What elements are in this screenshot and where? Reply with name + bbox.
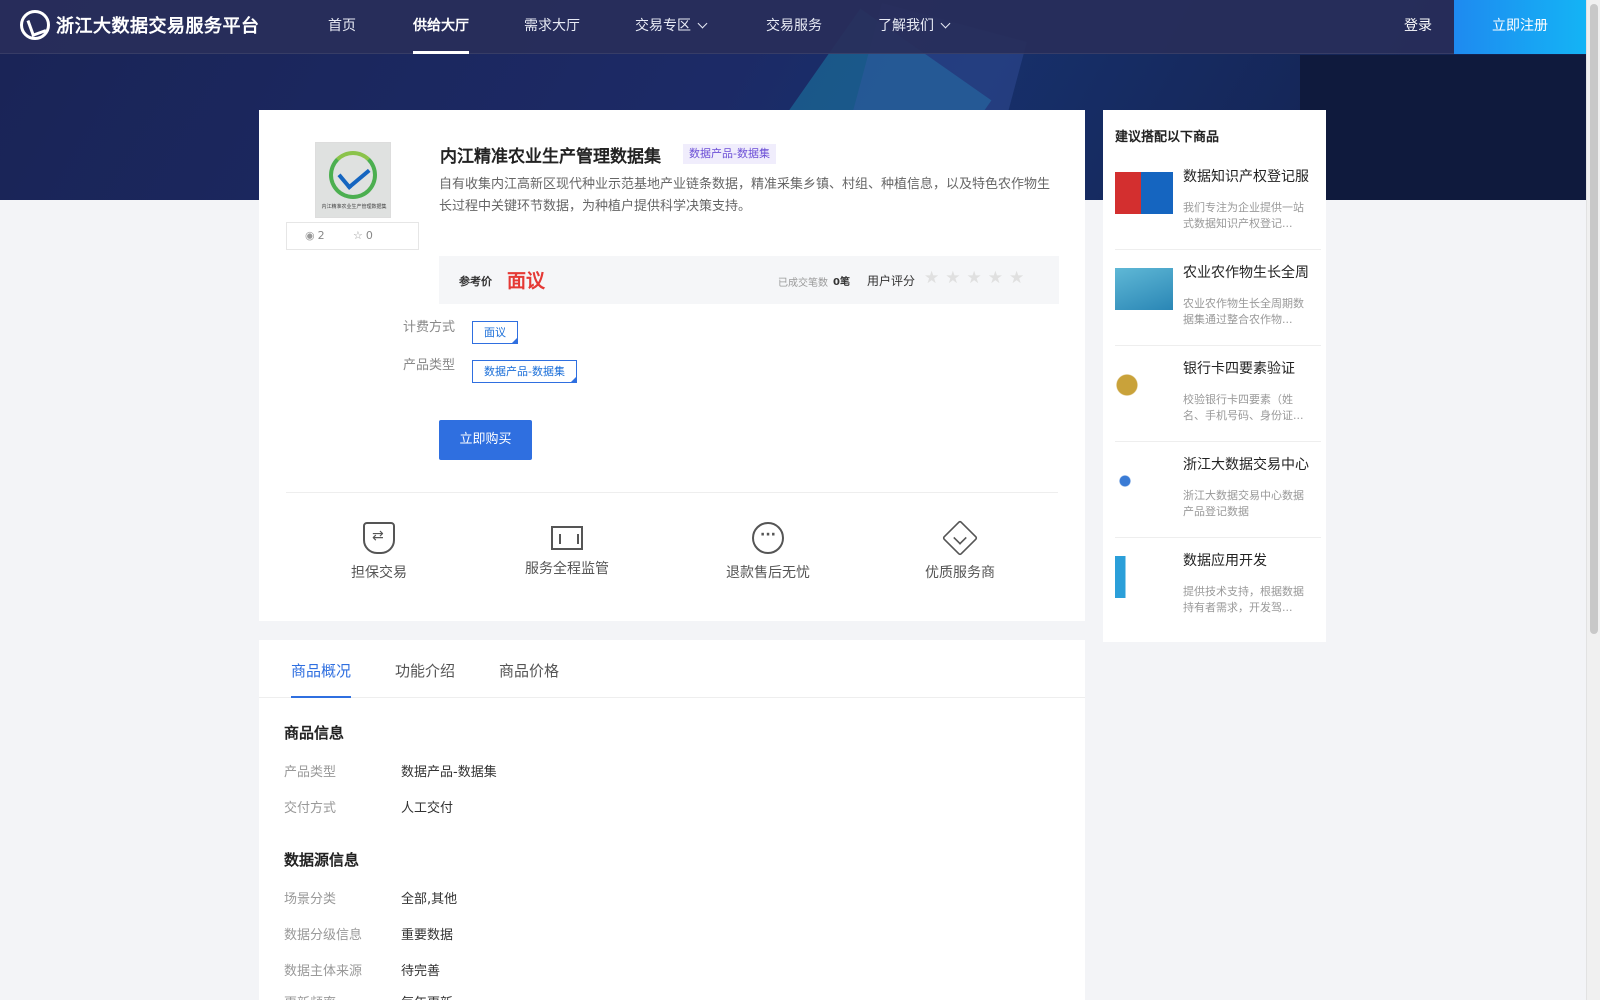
tab-features[interactable]: 功能介绍 [395, 660, 455, 681]
nav-demand-hall[interactable]: 需求大厅 [524, 0, 580, 54]
product-description: 自有收集内江高新区现代种业示范基地产业链条数据，精准采集乡镇、村组、种植信息，以… [439, 177, 1051, 214]
rating-stars-icon: ★★★★★ [924, 268, 1031, 288]
info-label: 交付方式 [284, 801, 337, 816]
eye-icon: ◉ [305, 229, 315, 242]
favorites-count: 0 [365, 229, 373, 242]
recommendation-desc: 我们专注为企业提供一站式数据知识产权登记... [1183, 201, 1304, 230]
rating-label: 用户评分 [867, 274, 916, 288]
product-title: 内江精准农业生产管理数据集 [440, 147, 661, 167]
nav-about-us-label: 了解我们 [878, 18, 934, 34]
info-value: 数据产品-数据集 [401, 765, 497, 780]
recommendation-name: 银行卡四要素验证 [1183, 361, 1295, 377]
recommendation-title: 建议搭配以下商品 [1115, 130, 1220, 145]
detail-tabs: 商品概况 功能介绍 商品价格 [259, 640, 1085, 698]
price-value: 面议 [507, 270, 546, 292]
recommendation-desc: 农业农作物生长全周期数据集通过整合农作物... [1183, 297, 1304, 326]
trade-count-value: 0笔 [833, 277, 850, 288]
top-nav: 浙江大数据交易服务平台 首页 供给大厅 需求大厅 交易专区 交易服务 了解我们 … [0, 0, 1586, 54]
section-title-product-info: 商品信息 [284, 724, 345, 742]
nav-about-us[interactable]: 了解我们 [878, 0, 951, 54]
product-thumbnail: 内江精准农业生产管理数据集 [315, 142, 391, 218]
recommendation-item[interactable]: 数据知识产权登记服 我们专注为企业提供一站式数据知识产权登记... [1115, 154, 1321, 250]
info-label: 更新频率 [284, 992, 336, 1000]
feature-label: 服务全程监管 [525, 561, 609, 577]
trade-count-label: 已成交笔数 [778, 278, 828, 289]
recommendation-name: 数据知识产权登记服 [1183, 169, 1309, 185]
chat-bubble-icon [752, 522, 784, 554]
info-value: 待完善 [401, 964, 441, 979]
recommendation-name: 数据应用开发 [1183, 553, 1267, 569]
feature-full-supervision: 服务全程监管 [525, 522, 609, 578]
recommendation-image [1115, 556, 1173, 598]
feature-label: 优质服务商 [925, 565, 995, 581]
recommendation-item[interactable]: 浙江大数据交易中心 浙江大数据交易中心数据产品登记数据 [1115, 442, 1321, 538]
details-card: 商品概况 功能介绍 商品价格 商品信息 产品类型 数据产品-数据集 交付方式 人… [259, 640, 1085, 1000]
recommendation-item[interactable]: 银行卡四要素验证 校验银行卡四要素（姓名、手机号码、身份证... [1115, 346, 1321, 442]
divider [286, 492, 1058, 493]
feature-label: 退款售后无忧 [726, 565, 810, 581]
scrollbar-thumb[interactable] [1590, 4, 1598, 634]
price-label: 参考价 [459, 275, 492, 288]
product-type-label: 产品类型 [403, 358, 456, 373]
logo-text: 浙江大数据交易服务平台 [56, 16, 260, 37]
login-link[interactable]: 登录 [1404, 0, 1432, 54]
logo-icon [20, 10, 50, 40]
recommendation-desc: 校验银行卡四要素（姓名、手机号码、身份证... [1183, 393, 1304, 422]
chevron-down-icon [940, 18, 951, 29]
feature-label: 担保交易 [351, 565, 407, 581]
section-title-data-source: 数据源信息 [284, 851, 360, 869]
product-stats: ◉ 2 ☆ 0 [286, 222, 419, 250]
monitor-chart-icon [551, 526, 583, 550]
recommendation-item[interactable]: 农业农作物生长全周 农业农作物生长全周期数据集通过整合农作物... [1115, 250, 1321, 346]
nav-home[interactable]: 首页 [328, 0, 356, 54]
nav-trade-zone[interactable]: 交易专区 [635, 0, 708, 54]
product-tag: 数据产品-数据集 [683, 144, 776, 164]
recommendation-name: 浙江大数据交易中心 [1183, 457, 1309, 473]
page-scrollbar[interactable] [1586, 0, 1600, 1000]
info-label: 场景分类 [284, 892, 337, 907]
recommendation-image [1115, 172, 1173, 214]
thumbnail-caption: 内江精准农业生产管理数据集 [321, 204, 387, 210]
diamond-icon [941, 519, 979, 557]
site-logo[interactable]: 浙江大数据交易服务平台 [20, 10, 260, 40]
recommendation-desc: 浙江大数据交易中心数据产品登记数据 [1183, 489, 1304, 518]
info-label: 数据主体来源 [284, 964, 363, 979]
tab-pricing[interactable]: 商品价格 [499, 660, 559, 681]
info-value: 人工交付 [401, 801, 454, 816]
feature-refund-worry-free: 退款售后无忧 [726, 522, 810, 582]
register-button[interactable]: 立即注册 [1454, 0, 1586, 54]
billing-option-chip[interactable]: 面议 [472, 321, 518, 344]
recommendation-desc: 提供技术支持，根据数据持有者需求，开发驾... [1183, 585, 1304, 614]
recommendation-image [1115, 364, 1173, 406]
info-value: 每年更新 [401, 992, 453, 1000]
product-card: 内江精准农业生产管理数据集 ◉ 2 ☆ 0 内江精准农业生产管理数据集 数据产品-数… [259, 110, 1085, 621]
info-label: 数据分级信息 [284, 928, 363, 943]
views-count: 2 [317, 229, 325, 242]
info-value: 全部,其他 [401, 892, 458, 907]
tab-overview[interactable]: 商品概况 [291, 660, 352, 698]
recommendation-image [1115, 268, 1173, 310]
buy-now-button[interactable]: 立即购买 [439, 420, 532, 460]
product-type-chip[interactable]: 数据产品-数据集 [472, 360, 577, 383]
feature-quality-provider: 优质服务商 [925, 519, 995, 582]
shield-exchange-icon [363, 522, 395, 554]
recommendation-panel: 建议搭配以下商品 数据知识产权登记服 我们专注为企业提供一站式数据知识产权登记.… [1103, 110, 1326, 642]
star-outline-icon: ☆ [353, 229, 363, 242]
recommendation-name: 农业农作物生长全周 [1183, 265, 1309, 281]
billing-label: 计费方式 [403, 320, 456, 335]
nav-trade-service[interactable]: 交易服务 [766, 0, 822, 54]
nav-supply-hall[interactable]: 供给大厅 [413, 0, 469, 54]
nav-trade-zone-label: 交易专区 [635, 18, 691, 34]
recommendation-image [1115, 460, 1173, 502]
feature-guaranteed-trade: 担保交易 [351, 522, 407, 582]
chevron-down-icon [697, 18, 708, 29]
price-bar: 参考价 面议 已成交笔数 0笔 用户评分 ★★★★★ [439, 256, 1059, 304]
info-label: 产品类型 [284, 765, 337, 780]
recommendation-item[interactable]: 数据应用开发 提供技术支持，根据数据持有者需求，开发驾... [1115, 538, 1321, 634]
info-value: 重要数据 [401, 928, 454, 943]
